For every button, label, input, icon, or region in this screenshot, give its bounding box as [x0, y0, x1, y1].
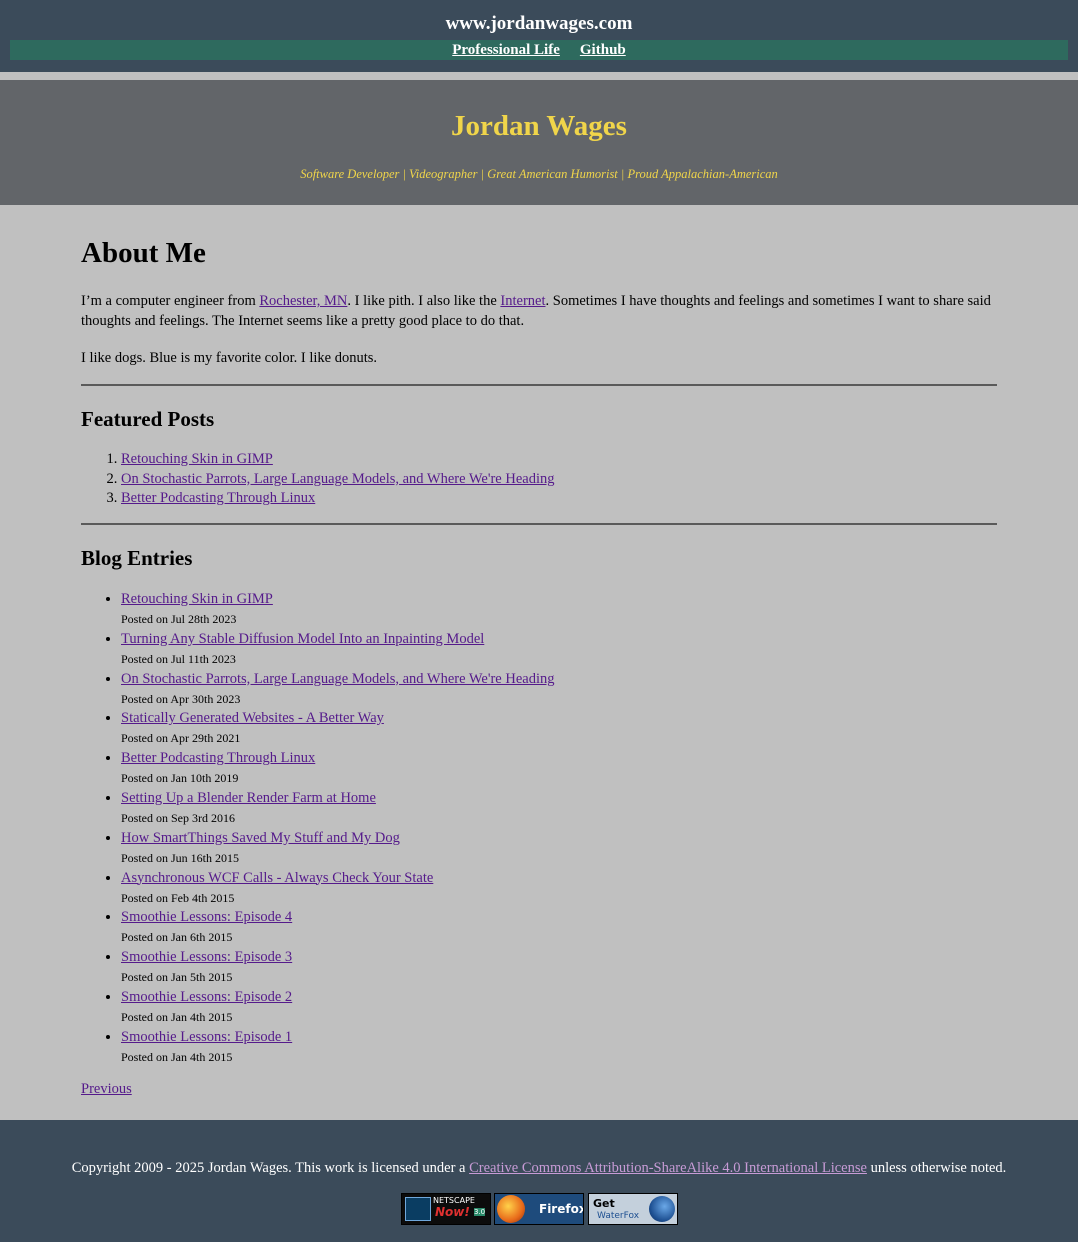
blog-entry: Setting Up a Blender Render Farm at Home… — [121, 788, 555, 828]
blog-post-link[interactable]: Smoothie Lessons: Episode 4 — [121, 907, 555, 927]
blog-entry: Smoothie Lessons: Episode 4 Posted on Jan… — [121, 907, 555, 947]
blog-heading: Blog Entries — [81, 546, 193, 570]
netscape-now-badge[interactable]: NETSCAPE Now! 3.0 — [401, 1193, 491, 1225]
nav-github-link[interactable]: Github — [580, 42, 626, 58]
blog-post-link[interactable]: Turning Any Stable Diffusion Model Into … — [121, 629, 555, 649]
rochester-link[interactable]: Rochester, MN — [259, 293, 347, 309]
post-date: Posted on Jan 6th 2015 — [121, 930, 233, 945]
featured-item: Retouching Skin in GIMP — [121, 450, 555, 470]
blog-post-link[interactable]: Setting Up a Blender Render Farm at Home — [121, 788, 555, 808]
post-date: Posted on Jun 16th 2015 — [121, 850, 240, 865]
blog-post-link[interactable]: How SmartThings Saved My Stuff and My Do… — [121, 828, 555, 848]
blog-post-link[interactable]: Statically Generated Websites - A Better… — [121, 708, 555, 728]
nav-professional-life-link[interactable]: Professional Life — [452, 42, 560, 58]
featured-post-link[interactable]: On Stochastic Parrots, Large Language Mo… — [121, 471, 555, 487]
hero-subtitle: Software Developer | Videographer | Grea… — [300, 167, 778, 181]
blog-post-link[interactable]: Asynchronous WCF Calls - Always Check Yo… — [121, 868, 555, 888]
featured-item: Better Podcasting Through Linux — [121, 489, 555, 509]
about-text-2: . I like pith. I also like the — [347, 293, 501, 309]
blog-post-link[interactable]: On Stochastic Parrots, Large Language Mo… — [121, 669, 555, 689]
copyright-text: Copyright 2009 - 2025 Jordan Wages. This… — [71, 1160, 470, 1176]
header-gap — [0, 72, 1078, 80]
blog-entry: On Stochastic Parrots, Large Language Mo… — [121, 669, 555, 709]
waterfox-logo-icon — [649, 1196, 675, 1222]
blog-entry: Smoothie Lessons: Episode 3 Posted on Jan… — [121, 947, 555, 987]
netscape-logo-icon — [405, 1197, 431, 1221]
featured-list: Retouching Skin in GIMP On Stochastic Pa… — [81, 450, 555, 509]
site-header: www.jordanwages.com Professional Life Gi… — [0, 0, 1078, 72]
post-date: Posted on Apr 30th 2023 — [121, 691, 241, 706]
blog-post-link[interactable]: Smoothie Lessons: Episode 1 — [121, 1027, 555, 1047]
firefox-logo-icon — [497, 1195, 525, 1223]
blog-entry: Statically Generated Websites - A Better… — [121, 708, 555, 748]
badge-now-text: Now! — [435, 1205, 470, 1219]
post-date: Posted on Jul 11th 2023 — [121, 651, 236, 666]
featured-heading: Featured Posts — [81, 407, 215, 431]
blog-entry: Turning Any Stable Diffusion Model Into … — [121, 629, 555, 669]
blog-post-link[interactable]: Smoothie Lessons: Episode 3 — [121, 947, 555, 967]
copyright-text-end: unless otherwise noted. — [866, 1160, 1007, 1176]
about-heading: About Me — [81, 237, 206, 269]
post-date: Posted on Jan 4th 2015 — [121, 1009, 233, 1024]
blog-entry: How SmartThings Saved My Stuff and My Do… — [121, 828, 555, 868]
post-date: Posted on Apr 29th 2021 — [121, 731, 241, 746]
blog-list: Retouching Skin in GIMP Posted on Jul 28t… — [81, 589, 555, 1067]
site-footer: Copyright 2009 - 2025 Jordan Wages. This… — [0, 1120, 1078, 1242]
site-name: www.jordanwages.com — [445, 13, 633, 34]
blog-entry: Smoothie Lessons: Episode 2 Posted on Jan… — [121, 987, 555, 1027]
main-content: About Me I’m a computer engineer from Ro… — [0, 205, 1078, 1120]
nav-bar: Professional Life Github — [10, 40, 1068, 60]
post-date: Posted on Feb 4th 2015 — [121, 890, 235, 905]
featured-post-link[interactable]: Better Podcasting Through Linux — [121, 490, 315, 506]
hero-banner: Jordan Wages Software Developer | Videog… — [0, 80, 1078, 205]
blog-entry: Asynchronous WCF Calls - Always Check Yo… — [121, 868, 555, 908]
blog-post-link[interactable]: Smoothie Lessons: Episode 2 — [121, 987, 555, 1007]
featured-item: On Stochastic Parrots, Large Language Mo… — [121, 470, 555, 490]
badge-firefox-text: Firefox — [539, 1202, 584, 1216]
previous-page-link[interactable]: Previous — [81, 1081, 132, 1098]
firefox-badge[interactable]: Firefox — [494, 1193, 584, 1225]
internet-link[interactable]: Internet — [500, 293, 545, 309]
about-paragraph: I’m a computer engineer from Rochester, … — [81, 291, 997, 331]
about-paragraph-2: I like dogs. Blue is my favorite color. … — [81, 350, 377, 366]
blog-entry: Retouching Skin in GIMP Posted on Jul 28t… — [121, 589, 555, 629]
post-date: Posted on Jan 5th 2015 — [121, 970, 233, 985]
post-date: Posted on Sep 3rd 2016 — [121, 810, 235, 825]
badge-netscape-text: NETSCAPE — [433, 1196, 475, 1205]
badge-version-text: 3.0 — [474, 1208, 486, 1216]
badge-waterfox-text: WaterFox — [597, 1211, 640, 1221]
about-text-1: I’m a computer engineer from — [81, 293, 260, 309]
post-date: Posted on Jan 10th 2019 — [121, 771, 239, 786]
blog-post-link[interactable]: Better Podcasting Through Linux — [121, 748, 555, 768]
copyright-notice: Copyright 2009 - 2025 Jordan Wages. This… — [0, 1160, 1078, 1177]
blog-entry: Better Podcasting Through Linux Posted on… — [121, 748, 555, 788]
hero-title: Jordan Wages — [451, 110, 627, 142]
featured-post-link[interactable]: Retouching Skin in GIMP — [121, 451, 273, 467]
post-date: Posted on Jan 4th 2015 — [121, 1049, 233, 1064]
badge-get-text: Get — [593, 1197, 615, 1210]
blog-post-link[interactable]: Retouching Skin in GIMP — [121, 589, 555, 609]
divider — [81, 384, 997, 386]
waterfox-badge[interactable]: Get WaterFox — [588, 1193, 678, 1225]
divider — [81, 523, 997, 525]
license-link[interactable]: Creative Commons Attribution-ShareAlike … — [469, 1160, 867, 1176]
blog-entry: Smoothie Lessons: Episode 1 Posted on Jan… — [121, 1027, 555, 1067]
post-date: Posted on Jul 28th 2023 — [121, 612, 237, 626]
